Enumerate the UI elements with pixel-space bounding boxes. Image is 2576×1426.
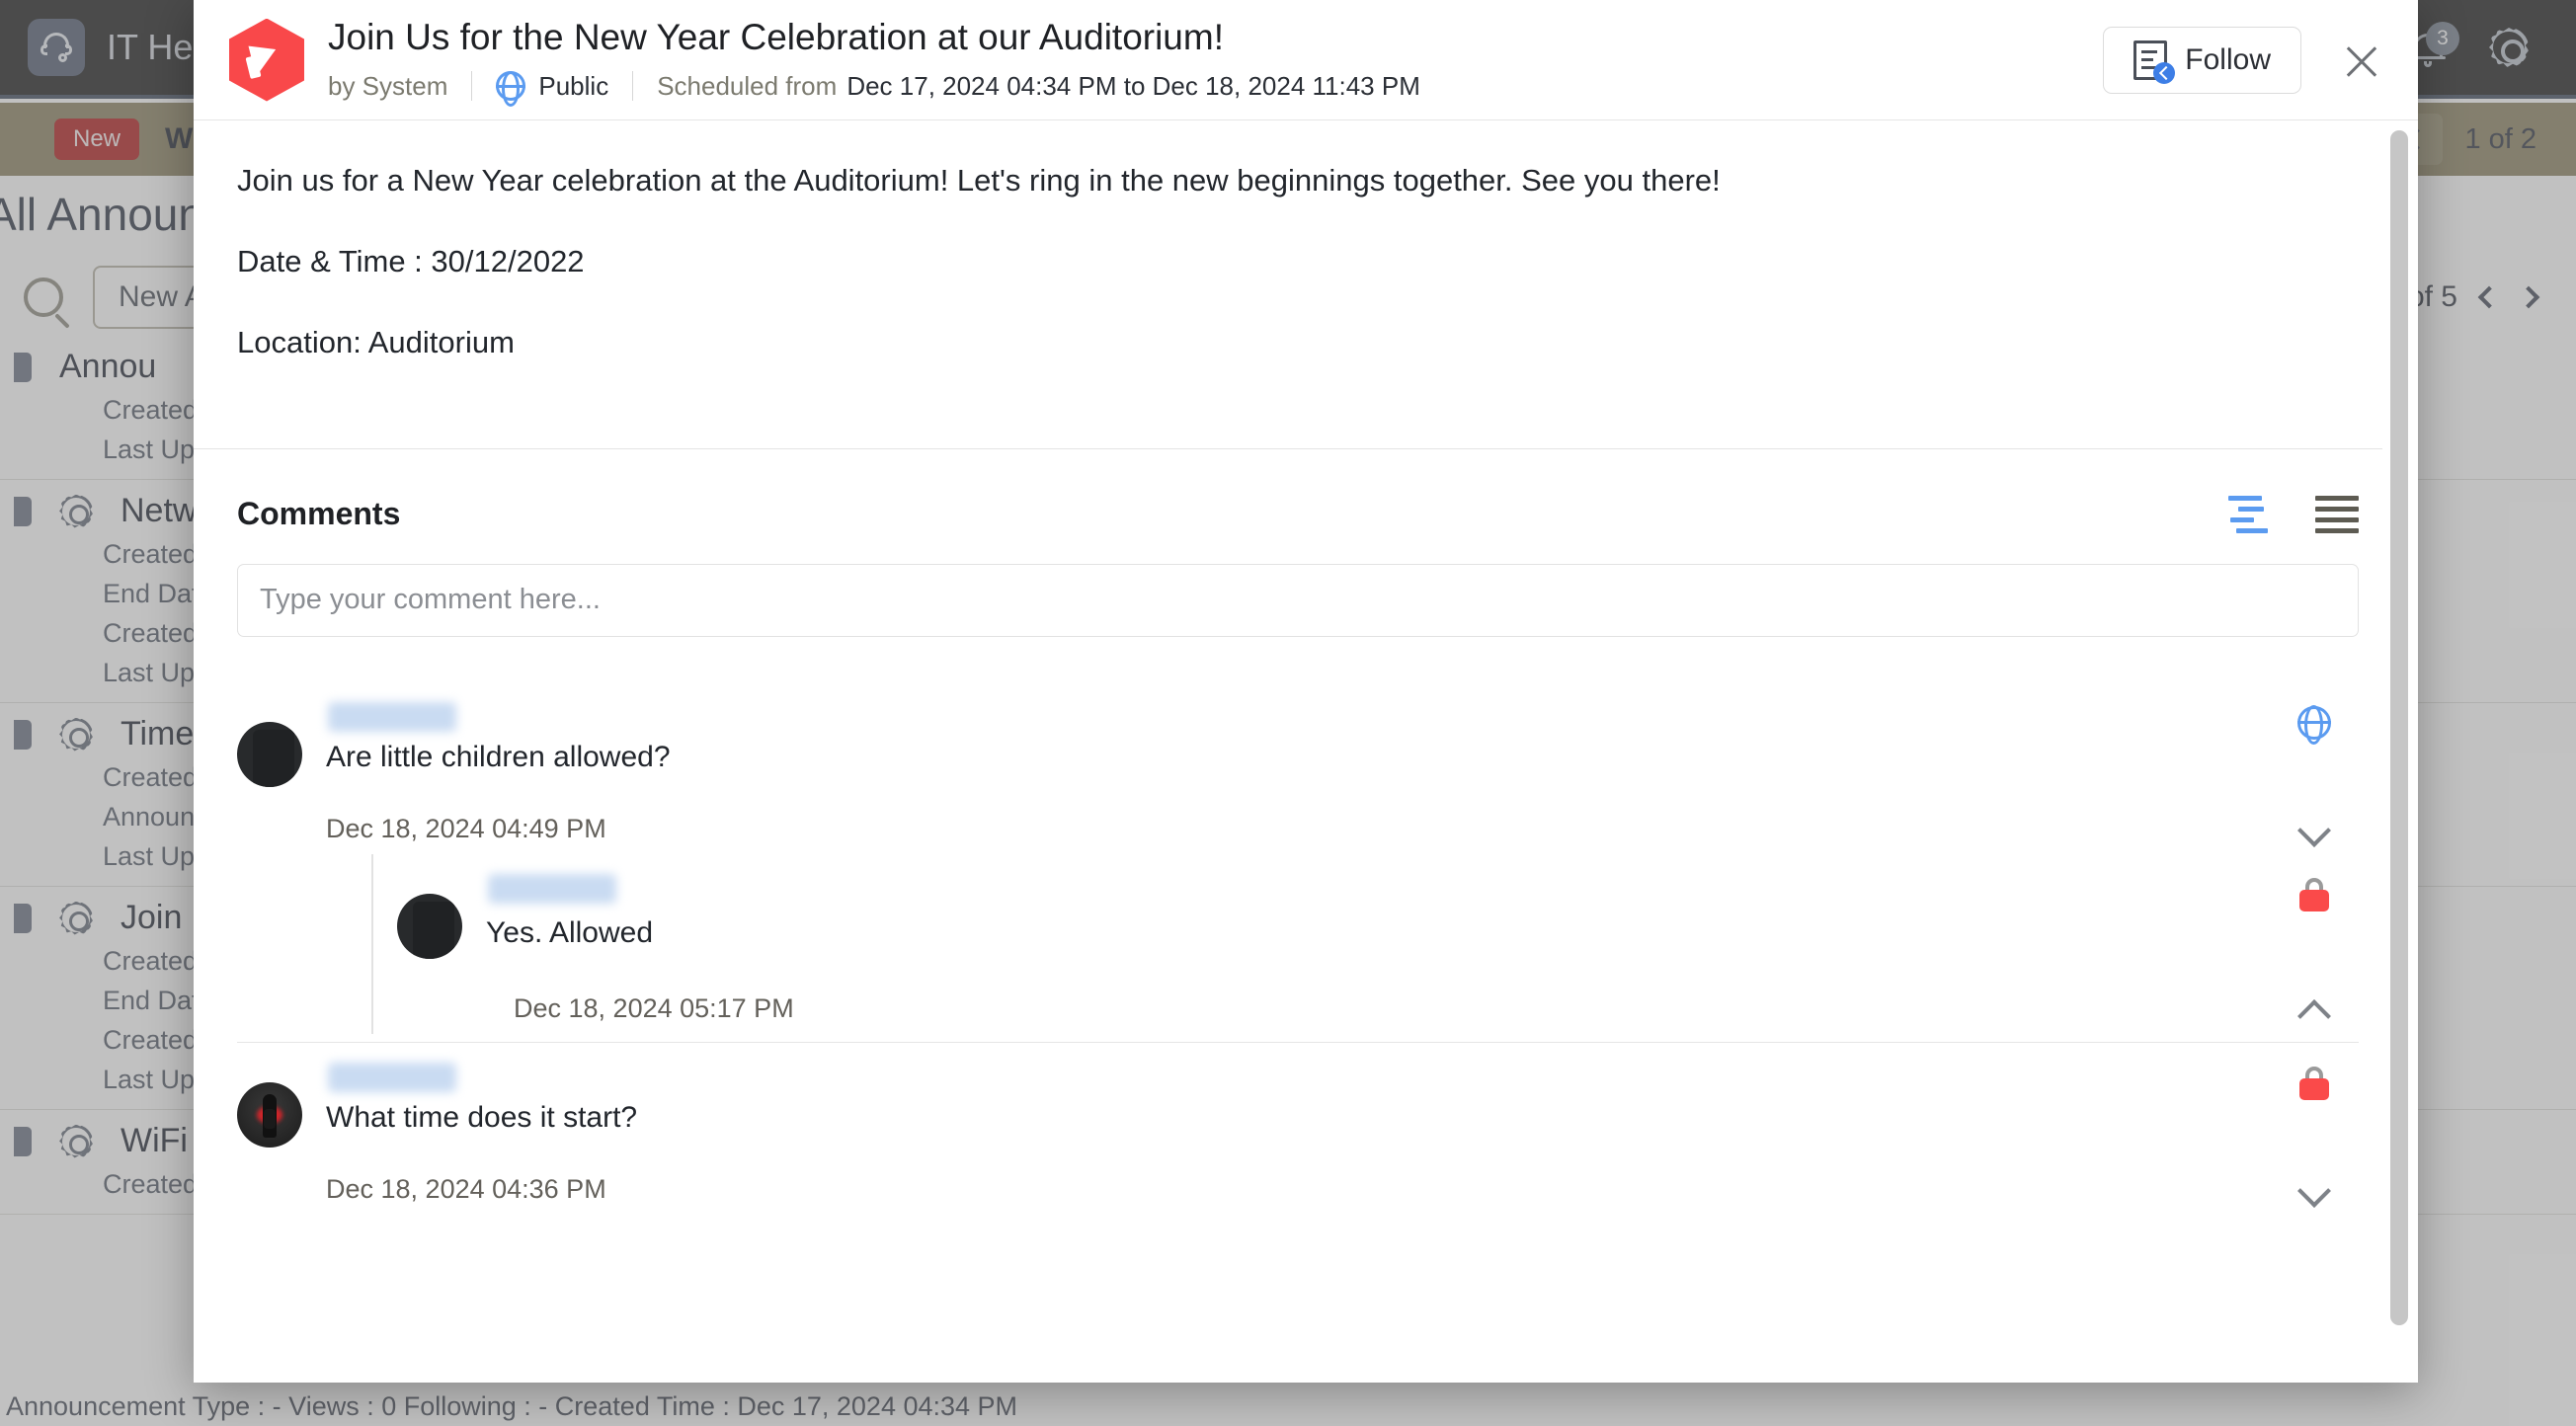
announcement-meta: by System Public Scheduled from Dec 17, …	[328, 71, 1420, 102]
comment-text: Are little children allowed?	[326, 738, 2270, 776]
comment-item: Yes. Allowed Dec 18, 2024 05:17 PM	[371, 854, 2359, 1034]
comment-item: Are little children allowed? Dec 18, 202…	[237, 682, 2359, 854]
announcement-title: Join Us for the New Year Celebration at …	[328, 18, 1420, 58]
announcement-paragraph: Location: Auditorium	[237, 322, 2359, 363]
comment-text: Yes. Allowed	[486, 913, 2270, 952]
lock-icon[interactable]	[2297, 878, 2331, 915]
author-label: by System	[328, 71, 447, 102]
avatar	[397, 894, 462, 959]
comments-header: Comments	[237, 495, 2359, 534]
avatar	[237, 1082, 302, 1148]
modal-body: Join us for a New Year celebration at th…	[194, 120, 2418, 1383]
follow-button-label: Follow	[2185, 43, 2271, 77]
announcement-detail-modal: Join Us for the New Year Celebration at …	[194, 0, 2418, 1383]
modal-scrollbar[interactable]	[2390, 130, 2408, 1345]
follow-button[interactable]: Follow	[2103, 27, 2301, 94]
announcement-megaphone-icon	[229, 19, 304, 102]
threaded-view-icon[interactable]	[2228, 495, 2272, 534]
comments-heading: Comments	[237, 496, 400, 532]
comment-thread: What time does it start? Dec 18, 2024 04…	[237, 1043, 2359, 1215]
announcement-paragraph: Join us for a New Year celebration at th…	[237, 160, 2359, 201]
comment-item: What time does it start? Dec 18, 2024 04…	[237, 1043, 2359, 1215]
chevron-down-icon[interactable]	[2298, 1177, 2330, 1195]
follow-document-icon	[2133, 40, 2167, 80]
flat-view-icon[interactable]	[2315, 495, 2359, 534]
scrollbar-thumb[interactable]	[2390, 130, 2408, 1325]
globe-icon[interactable]	[2297, 706, 2331, 740]
close-icon[interactable]	[2339, 38, 2384, 83]
comments-list: Are little children allowed? Dec 18, 202…	[237, 682, 2359, 1215]
globe-icon	[496, 71, 525, 101]
comment-author-redacted	[488, 874, 616, 904]
lock-icon[interactable]	[2297, 1067, 2331, 1104]
announcement-paragraph: Date & Time : 30/12/2022	[237, 241, 2359, 282]
announcement-content: Join us for a New Year celebration at th…	[194, 120, 2418, 363]
comment-input[interactable]	[260, 584, 2336, 616]
avatar	[237, 722, 302, 787]
visibility-label: Public	[538, 71, 608, 102]
comment-replies: Yes. Allowed Dec 18, 2024 05:17 PM	[237, 854, 2359, 1034]
modal-header: Join Us for the New Year Celebration at …	[194, 0, 2418, 120]
chevron-up-icon[interactable]	[2298, 996, 2330, 1014]
content-divider	[194, 448, 2382, 449]
comment-input-wrapper[interactable]	[237, 564, 2359, 637]
comment-timestamp: Dec 18, 2024 05:17 PM	[514, 993, 2270, 1024]
comment-thread: Are little children allowed? Dec 18, 202…	[237, 682, 2359, 1043]
comment-timestamp: Dec 18, 2024 04:49 PM	[326, 814, 2270, 844]
comment-view-toggles	[2228, 495, 2359, 534]
schedule-label: Scheduled from	[657, 71, 837, 102]
schedule-value: Dec 17, 2024 04:34 PM to Dec 18, 2024 11…	[846, 71, 1420, 102]
comment-text: What time does it start?	[326, 1098, 2270, 1137]
comment-author-redacted	[328, 702, 456, 732]
comment-timestamp: Dec 18, 2024 04:36 PM	[326, 1174, 2270, 1205]
chevron-down-icon[interactable]	[2298, 817, 2330, 834]
comment-author-redacted	[328, 1063, 456, 1092]
